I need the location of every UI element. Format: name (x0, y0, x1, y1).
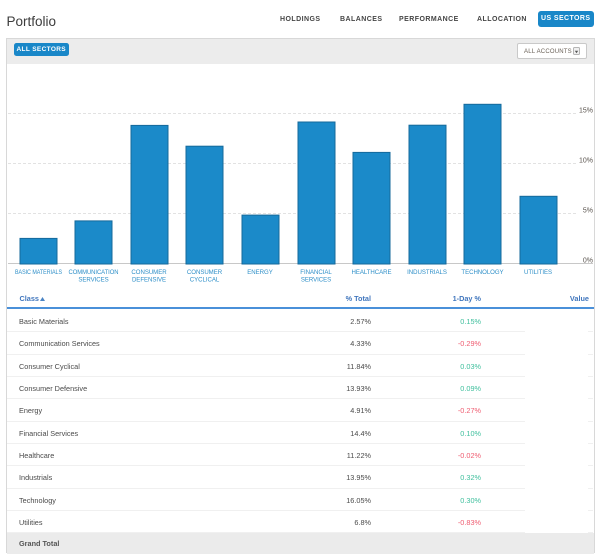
svg-text:FINANCIAL: FINANCIAL (300, 269, 332, 276)
svg-text:15%: 15% (579, 108, 593, 115)
svg-text:TECHNOLOGY: TECHNOLOGY (461, 269, 503, 276)
svg-text:DEFENSIVE: DEFENSIVE (132, 277, 166, 284)
svg-text:CONSUMER: CONSUMER (187, 269, 223, 276)
svg-text:ENERGY: ENERGY (247, 269, 272, 276)
svg-text:UTILITIES: UTILITIES (524, 269, 552, 276)
svg-text:COMMUNICATION: COMMUNICATION (69, 269, 119, 276)
svg-text:10%: 10% (579, 158, 593, 165)
svg-text:SERVICES: SERVICES (78, 277, 108, 284)
svg-text:0%: 0% (583, 258, 593, 265)
svg-text:CYCLICAL: CYCLICAL (190, 277, 220, 284)
svg-text:SERVICES: SERVICES (301, 277, 331, 284)
svg-text:INDUSTRIALS: INDUSTRIALS (407, 269, 447, 276)
svg-text:CONSUMER: CONSUMER (131, 269, 167, 276)
svg-text:5%: 5% (583, 208, 593, 215)
svg-text:HEALTHCARE: HEALTHCARE (351, 269, 391, 276)
svg-text:BASIC MATERIALS: BASIC MATERIALS (15, 269, 62, 276)
